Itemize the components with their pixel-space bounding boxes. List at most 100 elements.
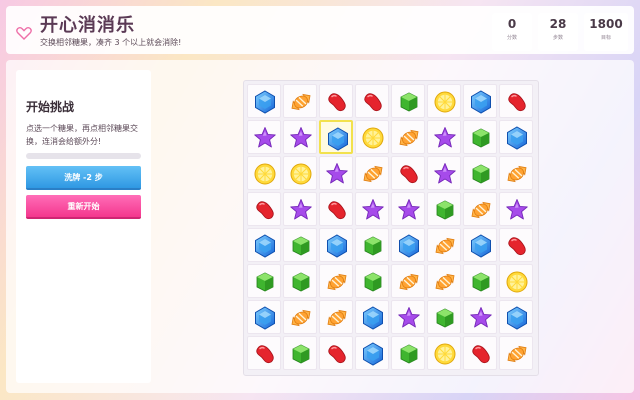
purple-star-icon xyxy=(362,199,384,220)
shuffle-button[interactable]: 洗牌 -2 步 xyxy=(26,166,141,190)
board-cell[interactable] xyxy=(247,120,281,154)
board-cell[interactable] xyxy=(499,192,533,226)
board-cell[interactable] xyxy=(283,228,317,262)
green-cube-icon xyxy=(472,272,490,292)
blue-gem-icon xyxy=(507,126,527,150)
board-cell[interactable] xyxy=(499,120,533,154)
board-cell[interactable] xyxy=(355,336,389,370)
board-cell[interactable] xyxy=(427,192,461,226)
board-cell[interactable] xyxy=(283,264,317,298)
board-cell[interactable] xyxy=(355,264,389,298)
board-cell[interactable] xyxy=(427,336,461,370)
board-cell[interactable] xyxy=(427,156,461,190)
board-cell[interactable] xyxy=(391,228,425,262)
board-cell[interactable] xyxy=(319,84,353,118)
board-cell[interactable] xyxy=(355,300,389,334)
board-cell[interactable] xyxy=(283,192,317,226)
board-cell[interactable] xyxy=(319,300,353,334)
board-cell[interactable] xyxy=(427,264,461,298)
red-jellybean-icon xyxy=(508,93,526,112)
board-cell[interactable] xyxy=(355,228,389,262)
green-cube-icon xyxy=(400,92,418,112)
moves-value: 28 xyxy=(549,17,567,31)
board-cell[interactable] xyxy=(283,300,317,334)
heart-icon xyxy=(16,26,32,40)
blue-gem-icon xyxy=(471,90,491,114)
red-jellybean-icon xyxy=(256,201,274,220)
blue-gem-icon xyxy=(399,234,419,258)
board-cell[interactable] xyxy=(499,156,533,190)
board-cell[interactable] xyxy=(319,228,353,262)
blue-gem-icon xyxy=(471,234,491,258)
board-cell[interactable] xyxy=(499,300,533,334)
board-cell[interactable] xyxy=(463,228,497,262)
board-cell[interactable] xyxy=(319,336,353,370)
red-jellybean-icon xyxy=(328,201,346,220)
board-cell[interactable] xyxy=(391,264,425,298)
board-cell[interactable] xyxy=(247,300,281,334)
red-jellybean-icon xyxy=(472,345,490,364)
board-cell[interactable] xyxy=(355,84,389,118)
board-cell[interactable] xyxy=(355,192,389,226)
wrapped-candy-icon xyxy=(399,273,419,291)
board-cell[interactable] xyxy=(247,192,281,226)
board-cell[interactable] xyxy=(247,228,281,262)
purple-star-icon xyxy=(290,199,312,220)
board-cell[interactable] xyxy=(247,336,281,370)
board-cell[interactable] xyxy=(355,120,389,154)
board-cell[interactable] xyxy=(283,336,317,370)
board-cell[interactable] xyxy=(319,192,353,226)
purple-star-icon xyxy=(326,163,348,184)
wrapped-candy-icon xyxy=(435,237,455,255)
board-cell[interactable] xyxy=(391,84,425,118)
board-cell[interactable] xyxy=(499,84,533,118)
restart-button[interactable]: 重新开始 xyxy=(26,195,141,219)
board-cell[interactable] xyxy=(391,192,425,226)
board-cell[interactable] xyxy=(427,84,461,118)
wrapped-candy-icon xyxy=(435,273,455,291)
board-cell[interactable] xyxy=(499,228,533,262)
board-cell[interactable] xyxy=(499,336,533,370)
board-cell[interactable] xyxy=(319,156,353,190)
wrapped-candy-icon xyxy=(327,309,347,327)
board-cell[interactable] xyxy=(283,156,317,190)
red-jellybean-icon xyxy=(400,165,418,184)
board-cell[interactable] xyxy=(391,156,425,190)
board-cell[interactable] xyxy=(499,264,533,298)
green-cube-icon xyxy=(292,272,310,292)
game-header: 开心消消乐 交换相邻糖果，凑齐 3 个以上就会消除! 0 分数 28 步数 18… xyxy=(6,6,634,54)
wrapped-candy-icon xyxy=(507,165,527,183)
score-stat: 0 分数 xyxy=(492,13,532,51)
lemon-slice-icon xyxy=(362,127,384,149)
board-cell[interactable] xyxy=(463,156,497,190)
board-cell[interactable] xyxy=(427,228,461,262)
board-cell[interactable] xyxy=(355,156,389,190)
board-cell[interactable] xyxy=(427,120,461,154)
board-cell[interactable] xyxy=(391,336,425,370)
board-cell[interactable] xyxy=(463,84,497,118)
board-cell[interactable] xyxy=(319,264,353,298)
board-cell[interactable] xyxy=(247,264,281,298)
board-cell[interactable] xyxy=(283,120,317,154)
green-cube-icon xyxy=(436,308,454,328)
board-cell[interactable] xyxy=(463,120,497,154)
board-cell[interactable] xyxy=(427,300,461,334)
board-cell[interactable] xyxy=(391,120,425,154)
wrapped-candy-icon xyxy=(291,93,311,111)
board-cell[interactable] xyxy=(247,84,281,118)
red-jellybean-icon xyxy=(508,237,526,256)
board-cell[interactable] xyxy=(463,192,497,226)
green-cube-icon xyxy=(364,272,382,292)
green-cube-icon xyxy=(400,344,418,364)
red-jellybean-icon xyxy=(328,345,346,364)
green-cube-icon xyxy=(364,236,382,256)
board-cell[interactable] xyxy=(463,264,497,298)
board-cell[interactable] xyxy=(463,300,497,334)
red-jellybean-icon xyxy=(256,345,274,364)
board-cell[interactable] xyxy=(391,300,425,334)
board-cell[interactable] xyxy=(247,156,281,190)
board-cell[interactable] xyxy=(283,84,317,118)
blue-gem-icon xyxy=(363,342,383,366)
board-cell[interactable] xyxy=(463,336,497,370)
board-cell[interactable] xyxy=(319,120,353,154)
